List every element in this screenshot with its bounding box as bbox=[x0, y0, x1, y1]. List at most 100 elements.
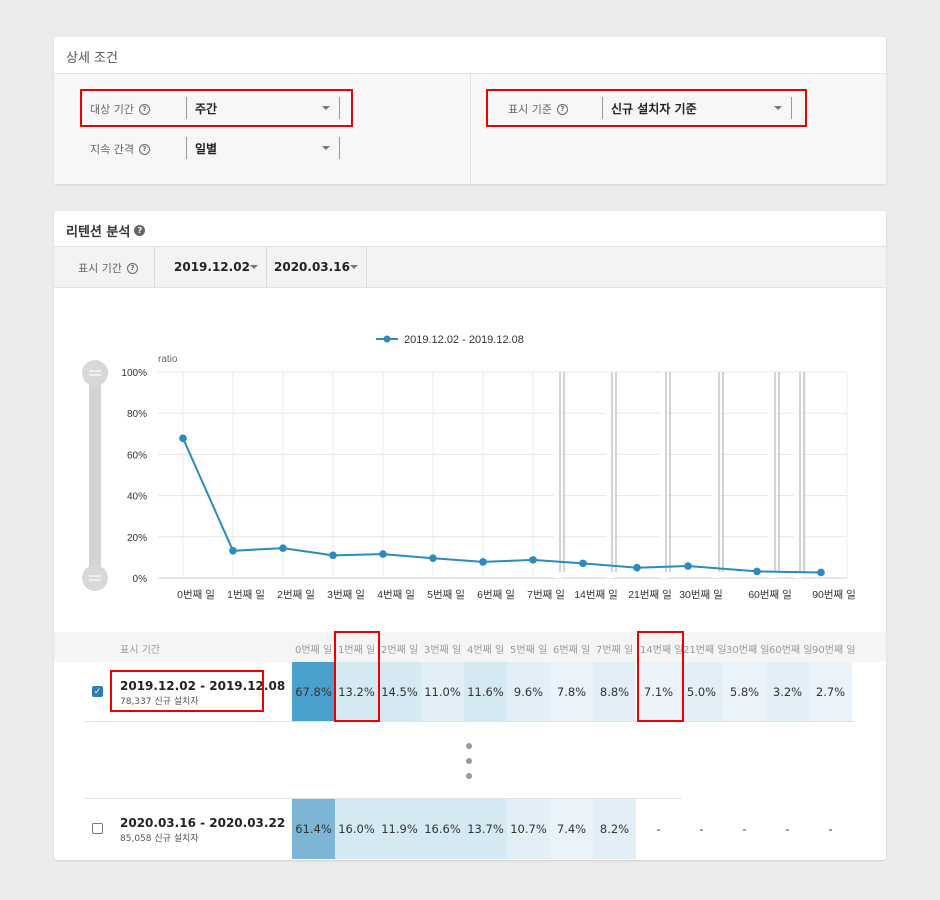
retention-cell: 5.0% bbox=[680, 662, 723, 722]
data-point[interactable] bbox=[429, 554, 437, 563]
highlight-box bbox=[486, 89, 807, 127]
x-tick-label: 3번째 일 bbox=[327, 588, 365, 601]
table-row[interactable]: 2020.03.16 - 2020.03.22 85,058 신규 설치자 61… bbox=[54, 799, 856, 859]
axis-break-mask bbox=[769, 372, 777, 578]
day-column-header: 2번째 일 bbox=[381, 645, 419, 656]
retention-cell: 7.4% bbox=[550, 799, 593, 859]
highlight-box bbox=[80, 89, 353, 127]
retention-cell: 11.6% bbox=[464, 662, 507, 722]
data-point[interactable] bbox=[179, 434, 187, 443]
data-point[interactable] bbox=[633, 563, 641, 572]
data-point[interactable] bbox=[379, 550, 387, 558]
y-axis-ticks: 100% 80% 60% 40% 20% 0% bbox=[121, 368, 147, 585]
retention-cell: 2.7% bbox=[809, 662, 852, 722]
day-column-header: 6번째 일 bbox=[553, 645, 591, 656]
retention-cell: - bbox=[766, 799, 809, 859]
retention-cell: - bbox=[680, 799, 723, 859]
axis-break-mask bbox=[554, 372, 562, 578]
axis-break-mask bbox=[713, 372, 721, 578]
chart-grid bbox=[158, 371, 848, 579]
retention-cell: 10.7% bbox=[507, 799, 550, 859]
help-icon[interactable]: ? bbox=[138, 143, 150, 155]
retention-cell: 8.2% bbox=[593, 799, 636, 859]
data-point[interactable] bbox=[579, 559, 587, 568]
day-column-header: 7번째 일 bbox=[596, 645, 634, 656]
retention-cell: 8.8% bbox=[593, 662, 636, 722]
x-axis-ticks: 0번째 일 1번째 일 2번째 일 3번째 일 4번째 일 5번째 일 6번째 일 7번째 일… bbox=[177, 588, 856, 601]
duration-interval-select[interactable]: 일별 bbox=[186, 137, 340, 159]
range-slider-track[interactable] bbox=[89, 369, 101, 581]
data-point[interactable] bbox=[529, 556, 537, 564]
range-slider-bottom-handle[interactable] bbox=[82, 565, 108, 591]
retention-analysis-panel: 리텐션 분석 ? 표시 기간 ? 2019.12.02 2020.03.16 2… bbox=[54, 211, 886, 860]
row-divider bbox=[84, 721, 856, 722]
range-slider-top-handle[interactable] bbox=[82, 360, 108, 386]
x-tick-label: 30번째 일 bbox=[679, 588, 723, 601]
x-tick-label: 5번째 일 bbox=[427, 588, 465, 601]
retention-cell: 3.2% bbox=[766, 662, 809, 722]
retention-cell: 67.8% bbox=[292, 662, 335, 722]
detail-conditions-title: 상세 조건 bbox=[66, 51, 118, 66]
x-tick-label: 14번째 일 bbox=[574, 588, 618, 601]
retention-cell: - bbox=[637, 799, 680, 859]
retention-cell: 13.7% bbox=[464, 799, 507, 859]
axis-break-mask bbox=[794, 372, 802, 578]
legend-label: 2019.12.02 - 2019.12.08 bbox=[404, 334, 524, 346]
retention-cell: - bbox=[809, 799, 852, 859]
highlight-box bbox=[110, 670, 264, 712]
data-point[interactable] bbox=[479, 558, 487, 566]
range-slider[interactable] bbox=[82, 360, 108, 591]
y-tick-label: 100% bbox=[121, 368, 147, 379]
retention-cell: 16.0% bbox=[335, 799, 378, 859]
y-tick-label: 20% bbox=[127, 533, 147, 544]
y-tick-label: 0% bbox=[133, 574, 148, 585]
y-tick-label: 40% bbox=[127, 492, 147, 503]
x-tick-label: 6번째 일 bbox=[477, 588, 515, 601]
retention-cell: 11.0% bbox=[421, 662, 464, 722]
data-point[interactable] bbox=[279, 544, 287, 552]
day-column-header: 30번째 일 bbox=[726, 645, 770, 656]
x-tick-label: 4번째 일 bbox=[377, 588, 415, 601]
highlight-box bbox=[637, 631, 684, 722]
day-column-header: 21번째 일 bbox=[683, 645, 727, 656]
day-column-header: 4번째 일 bbox=[467, 645, 505, 656]
retention-cell: 9.6% bbox=[507, 662, 550, 722]
day-column-header: 5번째 일 bbox=[510, 645, 548, 656]
highlight-box bbox=[334, 631, 380, 722]
data-point[interactable] bbox=[684, 562, 692, 570]
retention-cell: 14.5% bbox=[378, 662, 421, 722]
data-point[interactable] bbox=[753, 567, 761, 576]
x-tick-label: 21번째 일 bbox=[628, 588, 672, 601]
data-point[interactable] bbox=[229, 547, 237, 555]
retention-cell: 7.8% bbox=[550, 662, 593, 722]
series-line bbox=[182, 437, 822, 574]
duration-interval-value: 일별 bbox=[195, 141, 218, 156]
row-checkbox[interactable]: ✓ bbox=[92, 686, 103, 697]
chevron-down-icon bbox=[322, 146, 330, 150]
day-column-header: 0번째 일 bbox=[295, 645, 333, 656]
duration-interval-label: 지속 간격 ? bbox=[90, 141, 150, 157]
x-tick-label: 60번째 일 bbox=[748, 588, 792, 601]
retention-cell: 5.8% bbox=[723, 662, 766, 722]
series-points bbox=[179, 434, 825, 577]
x-tick-label: 1번째 일 bbox=[227, 588, 265, 601]
row-installs: 85,058 신규 설치자 bbox=[120, 834, 199, 844]
row-checkbox[interactable] bbox=[92, 823, 103, 834]
day-column-header: 90번째 일 bbox=[812, 645, 856, 656]
y-tick-label: 80% bbox=[127, 409, 147, 420]
x-tick-label: 90번째 일 bbox=[812, 588, 856, 601]
data-point[interactable] bbox=[329, 551, 337, 560]
retention-cell: 11.9% bbox=[378, 799, 421, 859]
row-label: 2020.03.16 - 2020.03.22 85,058 신규 설치자 bbox=[120, 816, 285, 844]
x-tick-label: 0번째 일 bbox=[177, 588, 215, 601]
detail-conditions-panel: 상세 조건 대상 기간 ? 주간 지속 간격 ? 일별 표시 기준 ? 신규 설… bbox=[54, 37, 886, 184]
axis-break-mask bbox=[660, 372, 668, 578]
retention-cell: - bbox=[723, 799, 766, 859]
legend-marker bbox=[383, 335, 391, 343]
y-axis-label: ratio bbox=[158, 354, 178, 365]
column-divider bbox=[470, 74, 471, 184]
row-period: 2020.03.16 - 2020.03.22 bbox=[120, 816, 286, 830]
chart-legend[interactable]: 2019.12.02 - 2019.12.08 bbox=[376, 334, 524, 346]
data-point[interactable] bbox=[817, 568, 825, 577]
day-column-header: 3번째 일 bbox=[424, 645, 462, 656]
